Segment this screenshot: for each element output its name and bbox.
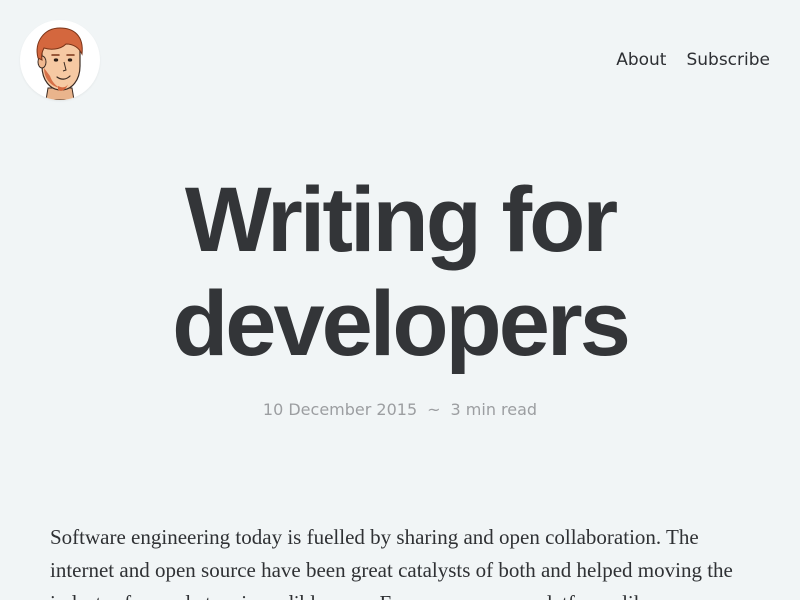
nav-link-about[interactable]: About [616, 48, 666, 72]
post-title-line-2: developers [172, 273, 631, 375]
top-nav: About Subscribe [616, 48, 770, 72]
post-title-line-1: Writing for [184, 169, 618, 271]
post-meta: 10 December 2015 ~3 min read [0, 398, 800, 422]
developer-avatar-icon [36, 27, 83, 100]
meta-separator: ~ [427, 400, 441, 419]
post-title: Writing for developers [0, 168, 800, 376]
nav-link-subscribe[interactable]: Subscribe [686, 48, 770, 72]
post-body: Software engineering today is fuelled by… [50, 525, 733, 600]
site-avatar[interactable] [20, 20, 100, 100]
post-date: 10 December 2015 [262, 400, 418, 419]
read-time: 3 min read [450, 400, 538, 419]
